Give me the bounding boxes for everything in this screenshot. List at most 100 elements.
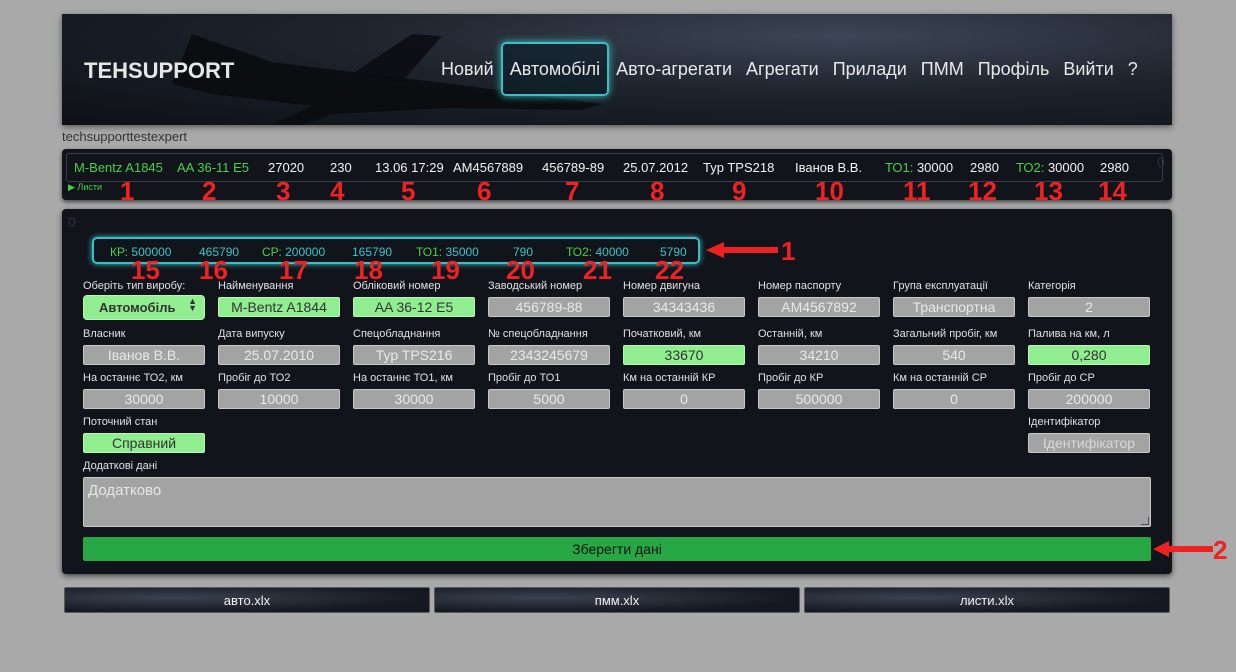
nav-profile[interactable]: Профіль <box>971 42 1057 96</box>
ident-label: Ідентифікатор <box>1028 416 1101 428</box>
start-km-field[interactable]: 33670 <box>623 345 745 365</box>
annotation-6: 6 <box>477 176 492 206</box>
engine-field[interactable]: 34343436 <box>623 297 745 317</box>
annotation-7: 7 <box>565 176 580 206</box>
last-to1-label: На останнє ТО1, км <box>353 372 453 384</box>
annotation-17: 17 <box>279 255 308 285</box>
last-km-label: Останній, км <box>758 328 823 340</box>
nav-devices[interactable]: Прилади <box>826 42 914 96</box>
kr-left-field[interactable]: 500000 <box>758 389 880 409</box>
annotation-11: 11 <box>903 176 931 206</box>
annotation-13: 13 <box>1034 176 1063 206</box>
annotation-box-label: 1 <box>781 236 796 266</box>
passport-label: Номер паспорту <box>758 280 842 292</box>
info-value-4: 230 <box>330 160 352 175</box>
brand-logo[interactable]: TEHSUPPORT <box>84 58 234 84</box>
sr-left-field[interactable]: 200000 <box>1028 389 1150 409</box>
annotation-15: 15 <box>131 255 160 285</box>
extra-textarea[interactable]: Додатково <box>83 477 1151 527</box>
category-field[interactable]: 2 <box>1028 297 1150 317</box>
annotation-arrow-save-icon <box>1153 541 1213 557</box>
to1-left-field[interactable]: 5000 <box>488 389 610 409</box>
info-passport: AM4567889 <box>453 160 524 175</box>
resize-handle-icon[interactable] <box>1141 517 1149 525</box>
annotation-20: 20 <box>506 255 535 285</box>
annotation-19: 19 <box>431 255 460 285</box>
info-to2-label: ТО2: <box>1016 160 1045 175</box>
vehicle-form-panel: 0 КР: 500000 465790 СР: 200000 165790 ТО… <box>62 209 1172 574</box>
last-to2-field[interactable]: 30000 <box>83 389 205 409</box>
total-field[interactable]: 540 <box>893 345 1015 365</box>
extra-label: Додаткові дані <box>83 460 158 472</box>
kr-label: КР: <box>110 245 129 259</box>
export-bar: авто.xlx пмм.xlx листи.xlx <box>62 587 1172 615</box>
nav-new[interactable]: Новий <box>434 42 501 96</box>
total-label: Загальний пробіг, км <box>893 328 998 340</box>
annotation-8: 8 <box>650 176 665 206</box>
export-lists-button[interactable]: листи.xlx <box>804 587 1170 613</box>
vehicle-info-bar[interactable]: M-Bentz A1845 AA 36-11 E5 27020 230 13.0… <box>62 149 1172 200</box>
sr-left-label: Пробіг до СР <box>1028 372 1095 384</box>
lists-toggle[interactable]: ▶ Листи <box>68 182 102 193</box>
owner-field[interactable]: Іванов В.В. <box>83 345 205 365</box>
equip-no-label: № спецобладнання <box>488 328 588 340</box>
start-km-label: Початковий, км <box>623 328 702 340</box>
to2-left-label: Пробіг до ТО2 <box>218 372 291 384</box>
km-sr-field[interactable]: 0 <box>893 389 1015 409</box>
group-field[interactable]: Транспортна <box>893 297 1015 317</box>
info-to1: ТО1: 30000 <box>885 160 953 175</box>
info-serial: 456789-89 <box>542 160 605 175</box>
nav-help[interactable]: ? <box>1121 42 1145 96</box>
last-km-field[interactable]: 34210 <box>758 345 880 365</box>
passport-field[interactable]: AM4567892 <box>758 297 880 317</box>
info-datetime: 13.06 17:29 <box>375 160 444 175</box>
nav-cars[interactable]: Автомобілі <box>500 42 610 96</box>
nav-car-aggregates[interactable]: Авто-агрегати <box>609 42 739 96</box>
main-nav: Новий Автомобілі Авто-агрегати Агрегати … <box>434 42 1145 96</box>
annotation-18: 18 <box>354 255 383 285</box>
extra-placeholder: Додатково <box>88 482 162 499</box>
nav-logout[interactable]: Вийти <box>1056 42 1120 96</box>
km-sr-label: Км на останній СР <box>893 372 987 384</box>
export-fuel-button[interactable]: пмм.xlx <box>434 587 800 613</box>
info-value-3: 27020 <box>268 160 305 175</box>
nav-aggregates[interactable]: Агрегати <box>739 42 826 96</box>
fuel-field[interactable]: 0,280 <box>1028 345 1150 365</box>
type-select-value: Автомобіль <box>99 300 176 315</box>
annotation-5: 5 <box>401 176 416 206</box>
equip-field[interactable]: Typ TPS216 <box>353 345 475 365</box>
annotation-9: 9 <box>732 176 747 206</box>
factory-field[interactable]: 456789-88 <box>488 297 610 317</box>
lists-label: Листи <box>77 182 103 192</box>
save-button[interactable]: Зберегти дані <box>83 537 1151 561</box>
nav-fuel[interactable]: ПММ <box>914 42 971 96</box>
equip-no-field[interactable]: 2343245679 <box>488 345 610 365</box>
release-label: Дата випуску <box>218 328 285 340</box>
info-to2: ТО2: 30000 <box>1016 160 1084 175</box>
info-date: 25.07.2012 <box>623 160 689 175</box>
select-arrows-icon: ▲ ▼ <box>188 296 197 313</box>
annotation-3: 3 <box>276 176 291 206</box>
km-kr-field[interactable]: 0 <box>623 389 745 409</box>
export-cars-button[interactable]: авто.xlx <box>64 587 430 613</box>
to2-left-field[interactable]: 10000 <box>218 389 340 409</box>
name-field[interactable]: M-Bentz A1844 <box>218 297 340 317</box>
km-kr-label: Км на останній КР <box>623 372 716 384</box>
info-to2-value: 30000 <box>1047 160 1085 175</box>
info-value-14: 2980 <box>1100 160 1129 175</box>
type-select[interactable]: Автомобіль ▲ ▼ <box>83 295 205 320</box>
group-label: Група експлуатації <box>893 280 988 292</box>
annotation-10: 10 <box>815 176 844 206</box>
info-owner: Іванов В.В. <box>795 160 863 175</box>
state-field[interactable]: Справний <box>83 433 205 453</box>
ident-field[interactable]: Ідентифікатор <box>1028 433 1150 453</box>
annotation-14: 14 <box>1098 176 1127 206</box>
info-type: Typ TPS218 <box>703 160 775 175</box>
info-name: M-Bentz A1845 <box>74 160 163 175</box>
reg-field[interactable]: AA 36-12 E5 <box>353 297 475 317</box>
panel-zero: 0 <box>68 214 76 230</box>
release-field[interactable]: 25.07.2010 <box>218 345 340 365</box>
factory-label: Заводський номер <box>488 280 583 292</box>
state-label: Поточний стан <box>83 416 158 428</box>
last-to1-field[interactable]: 30000 <box>353 389 475 409</box>
